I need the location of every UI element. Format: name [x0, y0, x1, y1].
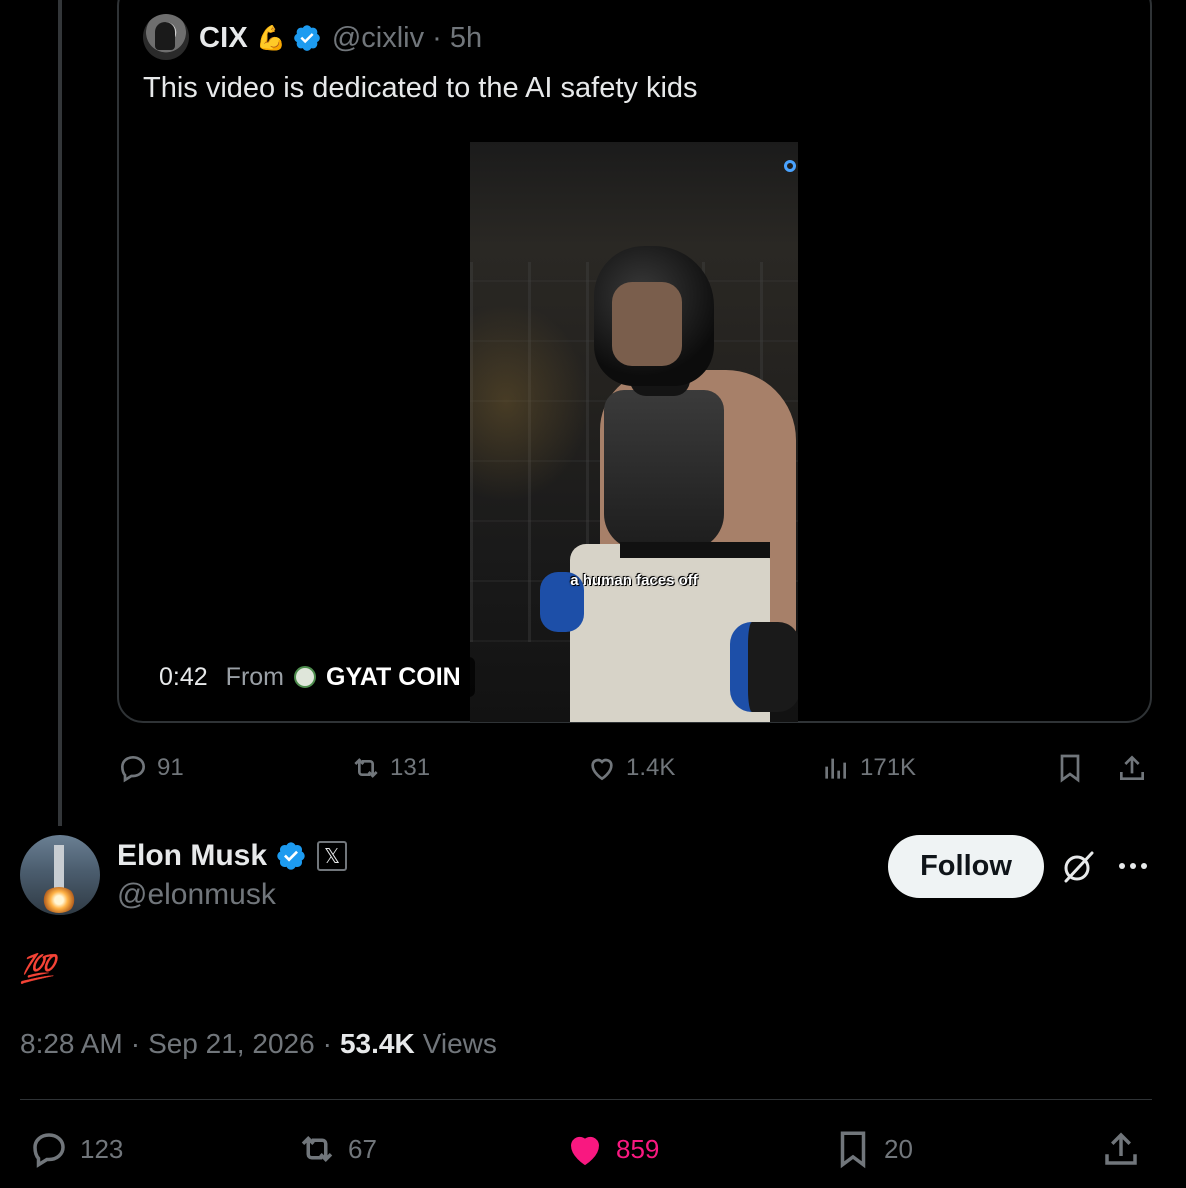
- quoted-post-text: This video is dedicated to the AI safety…: [143, 72, 698, 104]
- views-count: 171K: [860, 754, 917, 781]
- reply-count: 123: [80, 1133, 124, 1164]
- post-time[interactable]: 8:28 AM: [20, 1028, 123, 1060]
- repost-button[interactable]: 67: [296, 1128, 377, 1170]
- post-views-label: Views: [422, 1028, 497, 1059]
- quoted-author-handle-time[interactable]: @cixliv · 5h: [332, 22, 482, 55]
- video-source[interactable]: GYAT COIN: [326, 663, 461, 692]
- video-caption: a human faces off: [570, 572, 698, 589]
- post-date[interactable]: Sep 21, 2026: [148, 1028, 315, 1060]
- grok-icon[interactable]: [1058, 847, 1098, 887]
- meta-separator: ·: [130, 1028, 141, 1059]
- video-player[interactable]: a human faces off: [470, 142, 798, 722]
- post-views-count: 53.4K: [339, 1028, 415, 1059]
- bookmark-count: 20: [884, 1133, 913, 1164]
- coin-icon: [294, 666, 316, 688]
- author-avatar[interactable]: [20, 835, 100, 915]
- quoted-post-header: CIX 💪 @cixliv · 5h: [199, 18, 482, 58]
- video-meta-overlay: 0:42 From GYAT COIN: [145, 657, 475, 697]
- quoted-author-name[interactable]: CIX: [199, 22, 248, 55]
- author-handle[interactable]: @elonmusk: [117, 878, 276, 912]
- like-count: 859: [616, 1133, 660, 1164]
- repost-button[interactable]: 131: [350, 752, 430, 784]
- bookmark-icon: [1060, 754, 1080, 783]
- repost-icon: [301, 1136, 333, 1162]
- post-meta: 8:28 AM · Sep 21, 2026 · 53.4K Views: [20, 1028, 497, 1060]
- x-affiliation-badge[interactable]: 𝕏: [317, 841, 348, 871]
- reply-count: 91: [157, 754, 184, 781]
- video-from-label: From: [225, 662, 284, 691]
- quoted-author-avatar[interactable]: [143, 14, 189, 60]
- author-name[interactable]: Elon Musk: [117, 839, 267, 873]
- repost-count: 67: [348, 1133, 377, 1164]
- post-body-text: 💯: [20, 953, 55, 984]
- like-button[interactable]: 1.4K: [586, 752, 675, 784]
- like-count: 1.4K: [626, 754, 676, 781]
- views-icon: [825, 758, 846, 779]
- quoted-author-emoji: 💪: [255, 24, 286, 52]
- divider: [20, 1099, 1152, 1100]
- share-button[interactable]: [1100, 1128, 1152, 1170]
- reply-button[interactable]: 91: [117, 752, 184, 784]
- bookmark-button[interactable]: 20: [832, 1128, 913, 1170]
- follow-button[interactable]: Follow: [888, 835, 1044, 898]
- thread-line: [58, 0, 62, 826]
- like-button[interactable]: 859: [564, 1128, 659, 1170]
- share-icon: [1120, 755, 1144, 780]
- share-icon: [1105, 1132, 1137, 1165]
- share-button[interactable]: [1116, 752, 1156, 784]
- more-icon[interactable]: [1116, 852, 1150, 880]
- like-icon: [591, 758, 613, 781]
- reply-icon: [33, 1133, 65, 1168]
- verified-badge-icon: [277, 842, 305, 870]
- repost-icon: [354, 758, 378, 778]
- verified-badge-icon: [294, 25, 320, 51]
- bookmark-icon: [840, 1131, 866, 1169]
- video-thumbnail-fighter: [540, 242, 798, 722]
- views-button[interactable]: 171K: [820, 752, 916, 784]
- video-indicator-icon: [784, 160, 796, 172]
- repost-count: 131: [390, 754, 431, 781]
- reply-button[interactable]: 123: [28, 1128, 123, 1170]
- meta-separator: ·: [322, 1028, 332, 1059]
- bookmark-button[interactable]: [1054, 752, 1094, 784]
- author-name-row: Elon Musk 𝕏: [117, 836, 348, 876]
- reply-icon: [120, 755, 146, 783]
- video-duration: 0:42: [159, 662, 208, 691]
- like-icon: [570, 1136, 600, 1166]
